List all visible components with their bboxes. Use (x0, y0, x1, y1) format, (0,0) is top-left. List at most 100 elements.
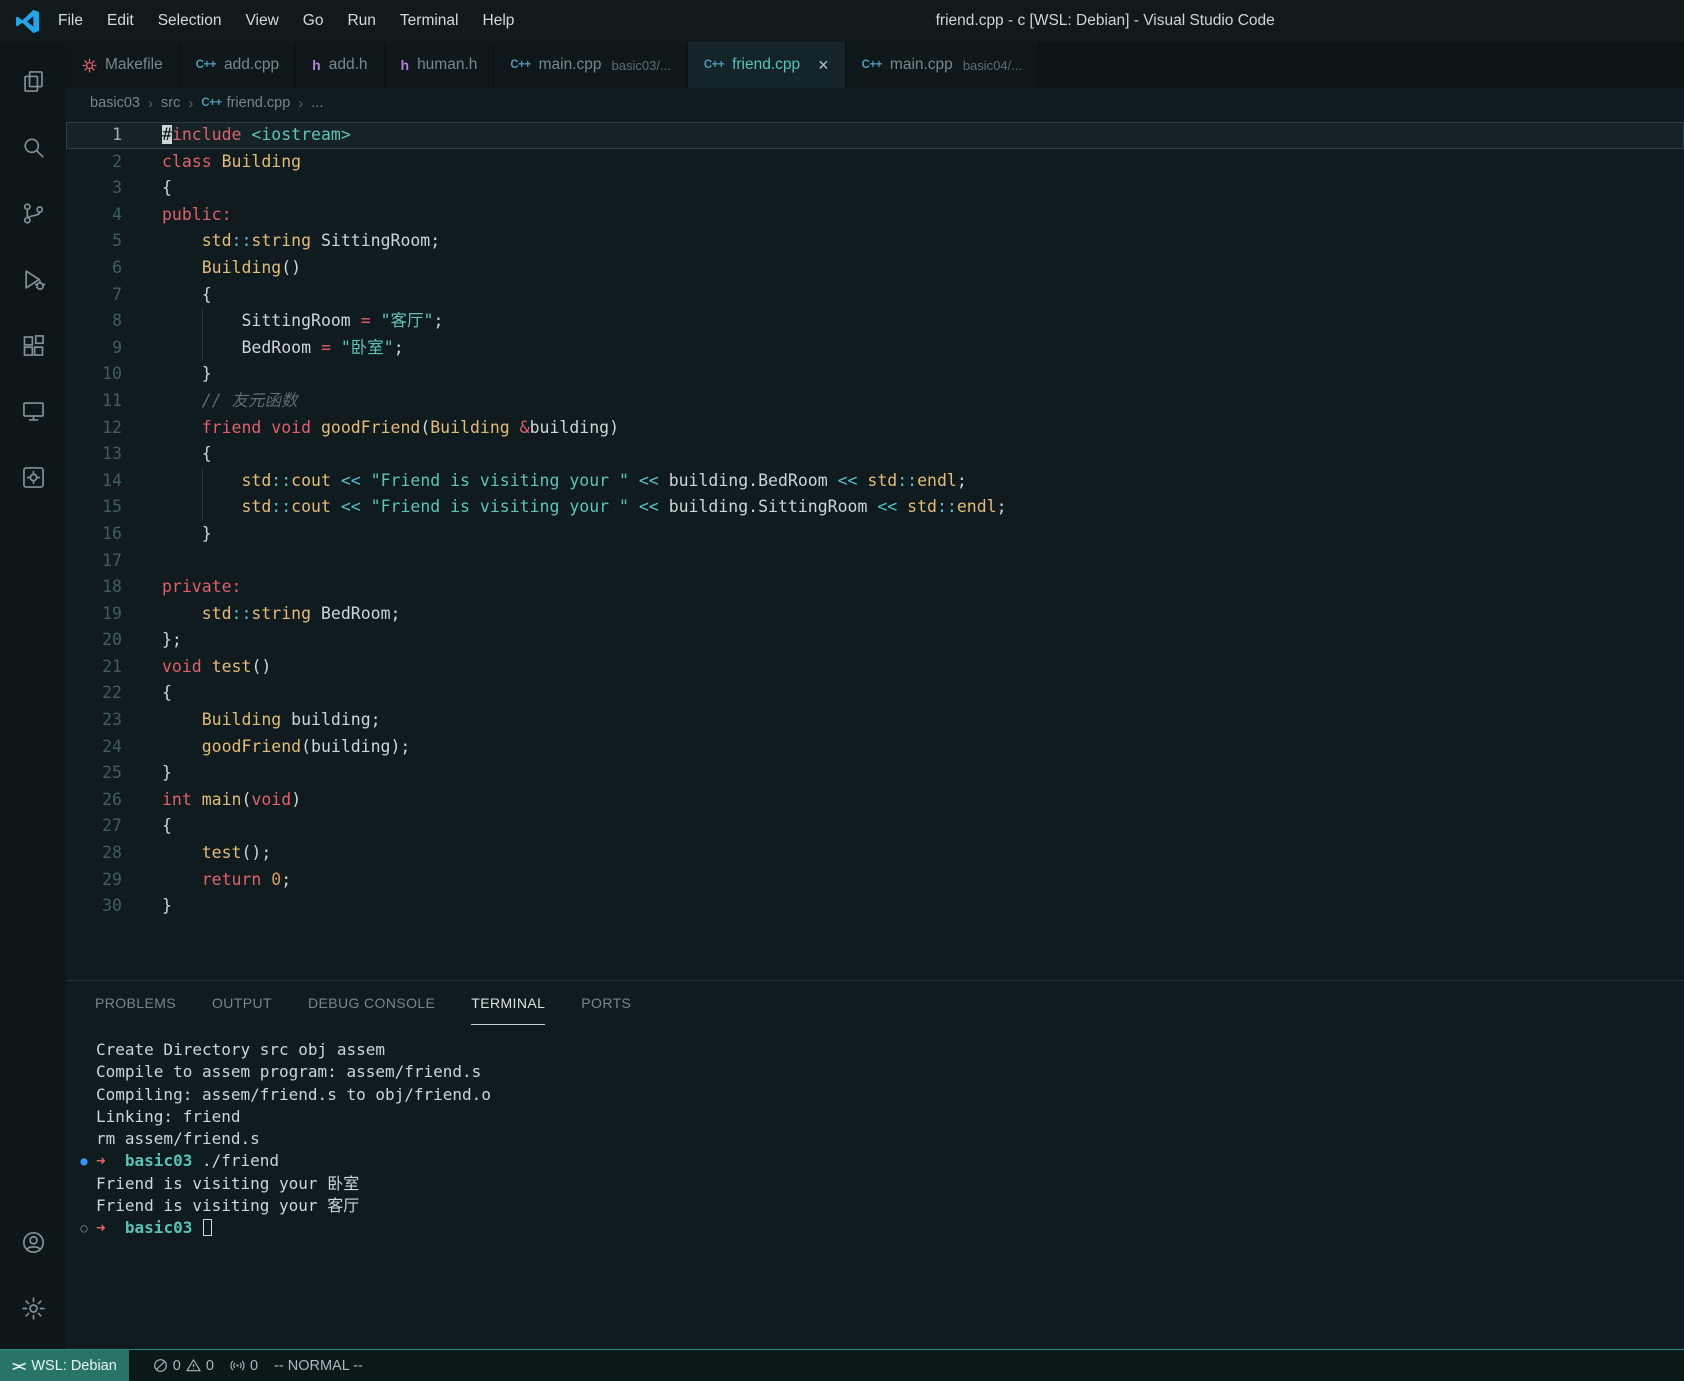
terminal[interactable]: Create Directory src obj assem Compile to… (66, 1025, 1684, 1349)
menu-go[interactable]: Go (291, 12, 336, 30)
remote-explorer-icon[interactable] (0, 378, 66, 444)
panel-tab-output[interactable]: OUTPUT (212, 981, 272, 1025)
remote-indicator[interactable]: >< WSL: Debian (0, 1350, 129, 1381)
close-tab-icon[interactable]: × (818, 56, 829, 74)
settings-gear-icon[interactable] (0, 1275, 66, 1341)
menu-terminal[interactable]: Terminal (388, 12, 471, 30)
line-number: 7 (112, 284, 122, 304)
breadcrumb-item-friend-cpp[interactable]: C++ friend.cpp (201, 95, 290, 111)
tab-label: human.h (417, 56, 478, 73)
breadcrumb: basic03 › src › C++ friend.cpp ›... (66, 88, 1684, 118)
h-file-icon: h (312, 57, 321, 73)
tab-add-h[interactable]: h add.h (296, 42, 385, 88)
line-number: 17 (102, 550, 122, 570)
vim-mode-indicator[interactable]: -- NORMAL -- (266, 1350, 371, 1381)
activity-bar (0, 42, 66, 1349)
breadcrumb-label: src (160, 95, 181, 111)
breadcrumb-label: friend.cpp (226, 95, 291, 111)
menu-view[interactable]: View (233, 12, 290, 30)
line-number: 27 (102, 816, 122, 836)
search-icon[interactable] (0, 114, 66, 180)
tab-main-cpp[interactable]: C++ main.cpp basic03/... (494, 42, 688, 88)
panel-tab-terminal[interactable]: TERMINAL (471, 981, 546, 1025)
remote-icon: >< (12, 1357, 26, 1374)
tab-main-cpp[interactable]: C++ main.cpp basic04/... (845, 42, 1040, 88)
source-control-icon[interactable] (0, 180, 66, 246)
terminal-line: Friend is visiting your 客厅 (96, 1196, 360, 1216)
terminal-line: Friend is visiting your 卧室 (96, 1173, 360, 1193)
menu-selection[interactable]: Selection (146, 12, 234, 30)
extensions-icon[interactable] (0, 312, 66, 378)
line-number: 24 (102, 736, 122, 756)
line-number: 23 (102, 710, 122, 730)
menu-file[interactable]: File (46, 12, 95, 30)
code-line-27: 27{ (66, 813, 1684, 840)
line-number: 8 (112, 311, 122, 331)
line-number: 3 (112, 178, 122, 198)
line-number: 6 (112, 257, 122, 277)
line-number: 12 (102, 417, 122, 437)
line-number: 13 (102, 444, 122, 464)
command-decoration-blue-dot-icon[interactable]: ● (76, 1150, 92, 1172)
vscode-logo-icon (14, 8, 40, 34)
window-title: friend.cpp - c [WSL: Debian] - Visual St… (935, 12, 1275, 29)
ports-indicator[interactable]: 0 (222, 1350, 266, 1381)
activity-bar-bottom (0, 1209, 66, 1341)
breadcrumb-item-[interactable]: ... (311, 95, 323, 111)
problems-indicator[interactable]: 0 0 (145, 1350, 222, 1381)
terminal-line: Compile to assem program: assem/friend.s (96, 1062, 482, 1082)
menu-edit[interactable]: Edit (95, 12, 146, 30)
tab-label: main.cpp (538, 56, 602, 73)
line-number: 14 (102, 470, 122, 490)
panel-tab-ports[interactable]: PORTS (581, 981, 631, 1025)
line-number: 2 (112, 151, 122, 171)
code-line-9: 9 BedRoom = "卧室"; (66, 335, 1684, 362)
tab-friend-cpp[interactable]: C++ friend.cpp × (687, 42, 846, 88)
line-number: 11 (102, 390, 122, 410)
menu-help[interactable]: Help (471, 12, 527, 30)
code-line-26: 26 int main(void) (66, 787, 1684, 814)
code-line-11: 11// 友元函数 (66, 388, 1684, 415)
tab-label: Makefile (105, 56, 163, 73)
accounts-icon[interactable] (0, 1209, 66, 1275)
line-number: 15 (102, 497, 122, 517)
terminal-line: Linking: friend (96, 1106, 241, 1126)
vim-mode-text: -- NORMAL -- (274, 1357, 363, 1374)
code-line-2: 2 class Building (66, 149, 1684, 176)
code-line-21: 21 void test() (66, 654, 1684, 681)
code-line-18: 18 private: (66, 574, 1684, 601)
tab-detail: basic03/... (611, 57, 671, 73)
makefile-tools-icon[interactable] (0, 444, 66, 510)
code-line-19: 19 std::string BedRoom; (66, 601, 1684, 628)
breadcrumb-item-basic03[interactable]: basic03 (90, 95, 140, 111)
code-line-15: 15 std::cout << "Friend is visiting your … (66, 494, 1684, 521)
terminal-line: rm assem/friend.s (96, 1129, 260, 1149)
status-bar: >< WSL: Debian 0 0 0 -- NORMAL -- (0, 1349, 1684, 1381)
panel-tab-bar: PROBLEMS OUTPUT DEBUG CONSOLE TERMINAL PORTS (66, 981, 1684, 1025)
tab-human-h[interactable]: h human.h (384, 42, 495, 88)
tab-label: add.h (328, 56, 368, 73)
panel-tab-debug-console[interactable]: DEBUG CONSOLE (308, 981, 435, 1025)
line-number: 5 (112, 231, 122, 251)
vscode-window: File Edit Selection View Go Run Terminal Help f… (0, 0, 1684, 1381)
line-number: 10 (102, 364, 122, 384)
code-line-17: 17 (66, 548, 1684, 575)
terminal-cursor (202, 1219, 212, 1237)
menu-run[interactable]: Run (335, 12, 387, 30)
terminal-line: Compiling: assem/friend.s to obj/friend.… (96, 1084, 491, 1104)
explorer-icon[interactable] (0, 48, 66, 114)
code-editor[interactable]: 1 #include <iostream> 2 class Building 3{4 pu… (66, 118, 1684, 980)
panel-tab-problems[interactable]: PROBLEMS (95, 981, 176, 1025)
code-line-25: 25} (66, 760, 1684, 787)
tab-bar: Makefile C++ add.cpp h add.h h human.h C++ main.… (66, 42, 1684, 88)
command-decoration-circle-icon[interactable]: ○ (76, 1217, 92, 1239)
breadcrumb-item-src[interactable]: src (161, 95, 180, 111)
workbench-main: Makefile C++ add.cpp h add.h h human.h C++ main.… (0, 42, 1684, 1349)
terminal-line: Create Directory src obj assem (96, 1040, 385, 1059)
tab-add-cpp[interactable]: C++ add.cpp (179, 42, 297, 88)
breadcrumb-label: ... (311, 95, 324, 111)
tab-makefile[interactable]: Makefile (66, 42, 180, 88)
code-line-20: 20}; (66, 627, 1684, 654)
tab-detail: basic04/... (962, 57, 1023, 73)
run-and-debug-icon[interactable] (0, 246, 66, 312)
